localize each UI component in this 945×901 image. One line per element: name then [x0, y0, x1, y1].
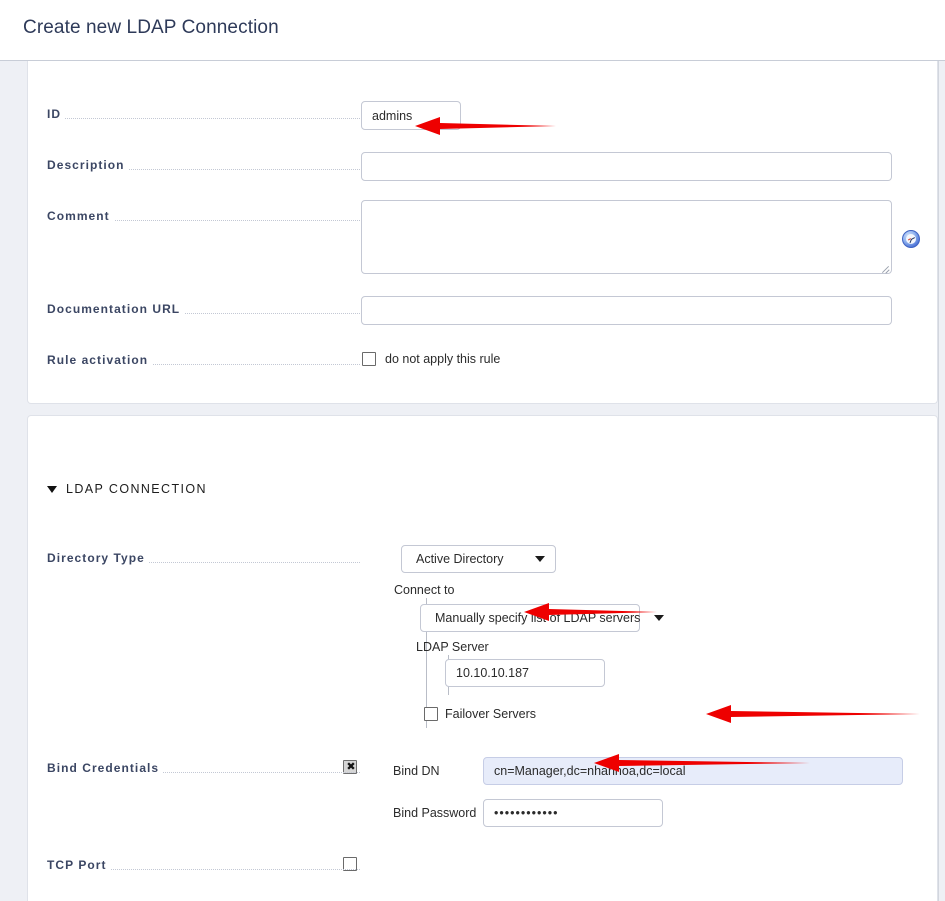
- rule-activation-label: Rule activation: [47, 353, 153, 367]
- ldap-connection-section-title: LDAP CONNECTION: [66, 482, 207, 496]
- connect-to-select[interactable]: Manually specify list of LDAP servers: [420, 604, 665, 632]
- connect-to-selected-value: Manually specify list of LDAP servers: [435, 611, 641, 625]
- bind-dn-input[interactable]: cn=Manager,dc=nhanhoa,dc=local: [483, 757, 903, 785]
- form-body: ID admins Description Comment Documentat…: [0, 61, 945, 901]
- clock-icon[interactable]: [902, 230, 920, 248]
- directory-type-label: Directory Type: [47, 551, 149, 565]
- bind-credentials-label: Bind Credentials: [47, 761, 164, 775]
- bind-password-label: Bind Password: [393, 806, 477, 820]
- documentation-url-input[interactable]: [361, 296, 892, 325]
- id-input[interactable]: admins: [361, 101, 461, 130]
- tcp-port-label: TCP Port: [47, 858, 111, 872]
- ldap-server-input[interactable]: 10.10.10.187: [445, 659, 605, 687]
- page-header: Create new LDAP Connection: [0, 0, 945, 61]
- failover-servers-label: Failover Servers: [445, 707, 536, 721]
- right-scroll-rail[interactable]: [938, 61, 945, 901]
- connect-to-label: Connect to: [394, 583, 455, 597]
- documentation-url-label: Documentation URL: [47, 302, 185, 316]
- comment-textarea[interactable]: [361, 200, 892, 274]
- description-input[interactable]: [361, 152, 892, 181]
- description-label: Description: [47, 158, 129, 172]
- ldap-server-label: LDAP Server: [416, 640, 489, 654]
- ldap-connection-page: Create new LDAP Connection ID admins Des…: [0, 0, 945, 901]
- field-row-tcp-port: TCP Port: [47, 858, 927, 884]
- failover-servers-checkbox[interactable]: [424, 707, 438, 721]
- dotted-leader: [47, 118, 360, 119]
- chevron-down-icon: [654, 615, 665, 621]
- bind-password-input[interactable]: ••••••••••••: [483, 799, 663, 827]
- general-settings-card: ID admins Description Comment Documentat…: [27, 61, 938, 404]
- page-title: Create new LDAP Connection: [23, 17, 279, 38]
- comment-label: Comment: [47, 209, 114, 223]
- rule-activation-checkbox-label: do not apply this rule: [385, 352, 501, 366]
- field-row-id: ID: [47, 107, 927, 133]
- id-label: ID: [47, 107, 66, 121]
- caret-down-icon[interactable]: [47, 486, 57, 493]
- chevron-down-icon: [535, 556, 545, 562]
- directory-type-select[interactable]: Active Directory: [401, 545, 556, 573]
- ldap-connection-card: LDAP CONNECTION Directory Type Active Di…: [27, 415, 938, 901]
- bind-dn-label: Bind DN: [393, 764, 440, 778]
- directory-type-selected-value: Active Directory: [416, 552, 504, 566]
- ldap-connection-section-header[interactable]: LDAP CONNECTION: [47, 482, 207, 496]
- rule-activation-checkbox[interactable]: [362, 352, 376, 366]
